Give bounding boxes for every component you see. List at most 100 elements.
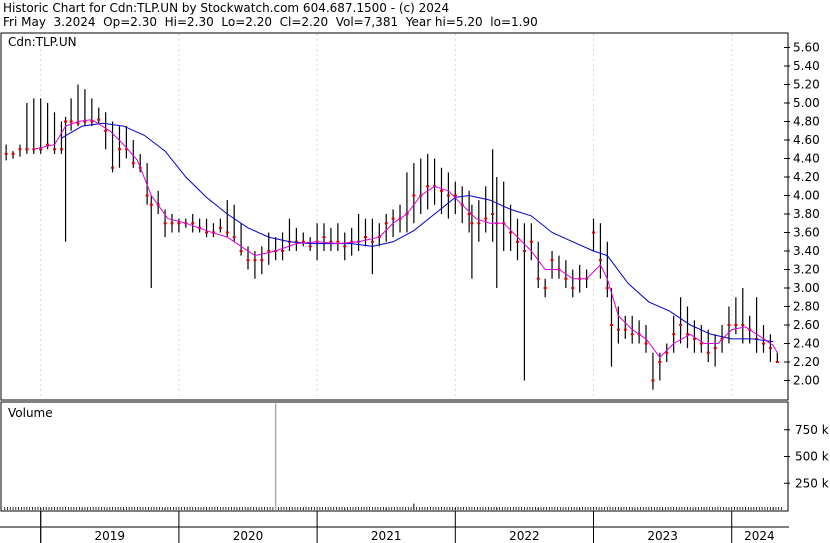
x-tick-label: 2021 — [371, 529, 402, 543]
x-tick-label: 2022 — [509, 529, 540, 543]
close-marker — [308, 245, 312, 248]
close-marker — [592, 231, 596, 234]
volume-y-axis: 750 k 500 k 250 k — [784, 423, 829, 490]
close-marker — [775, 361, 779, 363]
close-marker — [177, 222, 181, 225]
volume-bars — [4, 403, 782, 510]
close-marker — [706, 351, 710, 354]
close-marker — [76, 122, 80, 125]
close-marker — [516, 240, 520, 243]
price-y-tick-label: 2.20 — [793, 355, 820, 369]
price-y-tick-label: 4.80 — [793, 115, 820, 129]
volume-y-tick-label: 500 k — [795, 450, 829, 464]
close-marker — [163, 222, 167, 225]
stock-chart: Cdn:TLP.UN 5.60 5.40 5.20 5.00 4.80 4.60 4.40 4… — [0, 32, 829, 543]
close-marker — [53, 148, 57, 151]
price-y-tick-label: 4.60 — [793, 133, 820, 147]
close-marker — [564, 277, 568, 280]
close-marker — [550, 259, 554, 262]
close-marker — [281, 250, 285, 252]
close-marker — [25, 148, 29, 151]
close-marker — [571, 287, 575, 289]
price-y-tick-label: 4.40 — [793, 152, 820, 166]
close-marker — [170, 222, 174, 225]
close-marker — [18, 148, 22, 151]
close-marker — [672, 333, 676, 336]
close-marker — [232, 236, 236, 239]
close-marker — [536, 277, 540, 280]
close-marker — [104, 129, 108, 132]
x-tick-label: 2023 — [647, 529, 678, 543]
close-marker — [768, 347, 772, 350]
moving-average-slow — [61, 122, 774, 343]
close-marker — [97, 118, 101, 121]
x-tick-label: 2019 — [95, 529, 126, 543]
close-marker — [363, 236, 367, 239]
close-marker — [59, 148, 63, 151]
close-marker — [543, 287, 547, 289]
close-marker — [762, 342, 766, 345]
close-marker — [384, 222, 388, 225]
close-marker — [522, 250, 526, 252]
price-y-tick-label: 4.00 — [793, 189, 820, 203]
close-marker — [117, 148, 121, 151]
price-y-tick-label: 3.60 — [793, 226, 820, 240]
price-y-tick-label: 5.60 — [793, 41, 820, 55]
close-marker — [39, 148, 43, 151]
close-marker — [713, 347, 717, 350]
volume-label: Volume — [8, 406, 53, 420]
close-marker — [598, 259, 602, 262]
x-tick-label: 2020 — [233, 529, 264, 543]
close-marker — [69, 120, 73, 123]
close-marker — [4, 152, 8, 155]
close-marker — [609, 324, 613, 326]
close-marker — [491, 213, 495, 215]
close-marker — [239, 250, 243, 252]
close-marker — [111, 166, 115, 169]
price-y-tick-label: 3.20 — [793, 263, 820, 277]
close-marker — [336, 240, 340, 243]
close-marker — [205, 231, 209, 234]
close-marker — [267, 250, 271, 252]
close-marker — [446, 194, 450, 197]
price-y-tick-label: 2.80 — [793, 300, 820, 314]
close-marker — [426, 185, 430, 188]
price-y-tick-label: 4.20 — [793, 170, 820, 184]
close-marker — [131, 162, 135, 165]
price-y-tick-label: 5.00 — [793, 96, 820, 110]
close-marker — [727, 324, 731, 326]
close-marker — [616, 328, 620, 331]
close-marker — [260, 259, 264, 262]
close-marker — [149, 203, 153, 206]
close-marker — [679, 324, 683, 326]
symbol-label: Cdn:TLP.UN — [8, 35, 77, 49]
close-markers — [4, 118, 779, 382]
close-marker — [145, 194, 149, 197]
price-y-tick-label: 2.60 — [793, 318, 820, 332]
close-marker — [741, 324, 745, 326]
close-marker — [623, 328, 627, 331]
close-marker — [651, 379, 655, 382]
close-marker — [64, 120, 68, 123]
close-marker — [529, 240, 533, 243]
close-marker — [46, 143, 50, 146]
price-panel-frame — [0, 32, 789, 401]
close-marker — [412, 194, 416, 197]
close-marker — [644, 342, 648, 345]
close-marker — [734, 324, 738, 326]
volume-y-tick-label: 750 k — [795, 423, 829, 437]
x-tick-label: 2024 — [744, 529, 775, 543]
close-marker — [605, 287, 609, 289]
close-marker — [343, 245, 347, 248]
close-marker — [630, 333, 634, 336]
price-bars — [5, 84, 778, 390]
close-marker — [253, 259, 257, 262]
price-y-tick-label: 3.00 — [793, 281, 820, 295]
close-marker — [391, 217, 395, 220]
close-marker — [477, 222, 481, 225]
close-marker — [191, 222, 195, 225]
price-y-tick-label: 3.40 — [793, 244, 820, 258]
close-marker — [322, 236, 326, 239]
price-y-tick-label: 2.40 — [793, 337, 820, 351]
close-marker — [439, 189, 443, 192]
